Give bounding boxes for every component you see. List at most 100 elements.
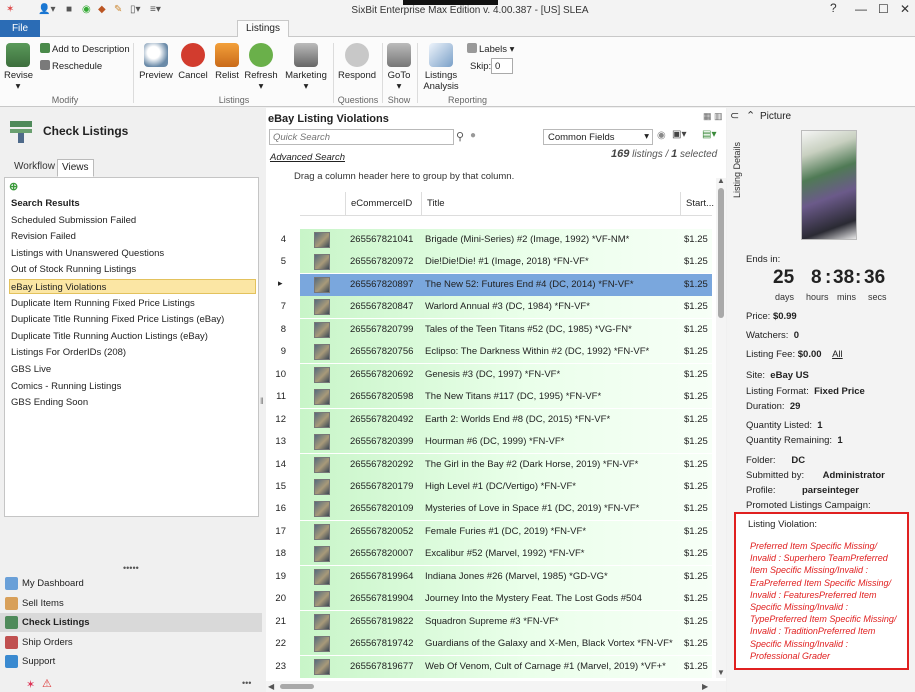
labels-button[interactable]: Labels ▾ — [467, 43, 514, 55]
column-header-thumbnail[interactable] — [300, 192, 345, 216]
scroll-down-icon[interactable]: ▼ — [717, 668, 725, 677]
customize-quick-access-icon[interactable]: ≡▾ — [150, 4, 161, 15]
row-cells[interactable]: 265567821041 Brigade (Mini-Series) #2 (Im… — [300, 229, 712, 251]
tab-listings[interactable]: Listings — [237, 20, 289, 38]
respond-button[interactable]: Respond — [338, 43, 376, 81]
table-row[interactable]: 13 265567820399 Hourman #6 (DC, 1999) *FN-… — [266, 431, 716, 454]
view-item[interactable]: GBS Ending Soon — [10, 395, 257, 410]
row-cells[interactable]: 265567820492 Earth 2: Worlds End #8 (DC, … — [300, 408, 712, 431]
horizontal-scrollbar[interactable]: ◀ ▶ — [266, 681, 726, 692]
page-icon[interactable]: ▯▾ — [130, 4, 141, 15]
field-options-icon[interactable]: ◉ — [657, 130, 666, 141]
comic-thumbnail[interactable] — [314, 344, 330, 361]
goto-button[interactable]: GoTo ▾ — [386, 43, 412, 92]
table-row[interactable]: 22 265567819742 Guardians of the Galaxy an… — [266, 633, 716, 656]
search-icon[interactable]: ⚲ — [456, 130, 464, 143]
row-cells[interactable]: 265567820052 Female Furies #1 (DC, 2019) … — [300, 520, 712, 543]
comic-thumbnail[interactable] — [314, 456, 330, 473]
column-header-title[interactable]: Title — [421, 192, 680, 216]
comic-thumbnail[interactable] — [314, 478, 330, 495]
skip-input[interactable]: 0 — [491, 58, 513, 74]
clear-search-icon[interactable]: ● — [470, 130, 476, 141]
comic-thumbnail[interactable] — [314, 501, 330, 518]
tools-icon[interactable]: ✎ — [114, 4, 122, 15]
vertical-scroll-thumb[interactable] — [718, 188, 724, 318]
comic-thumbnail[interactable] — [314, 232, 330, 248]
table-row[interactable]: 9 265567820756 Eclipso: The Darkness Withi… — [266, 341, 716, 364]
vertical-scrollbar[interactable]: ▲ ▼ — [716, 176, 726, 678]
collapse-up-icon[interactable]: ⌃ — [746, 109, 755, 122]
row-cells[interactable]: 265567820972 Die!Die!Die! #1 (Image, 2018… — [300, 251, 712, 274]
view-item[interactable]: Duplicate Item Running Fixed Price Listi… — [10, 296, 257, 311]
row-cells[interactable]: 265567820692 Genesis #3 (DC, 1997) *FN-VF… — [300, 363, 712, 386]
view-item[interactable]: GBS Live — [10, 362, 257, 377]
listing-picture[interactable] — [801, 130, 857, 240]
row-cells[interactable]: 265567819677 Web Of Venom, Cult of Carnag… — [300, 655, 712, 678]
table-row[interactable]: 15 265567820179 High Level #1 (DC/Vertigo)… — [266, 475, 716, 498]
user-icon[interactable]: 👤▾ — [38, 4, 55, 15]
listings-analysis-button[interactable]: Listings Analysis — [421, 43, 461, 92]
reschedule-button[interactable]: Reschedule — [40, 60, 102, 72]
tag-icon[interactable]: ◆ — [98, 4, 106, 15]
collapse-left-icon[interactable]: ⊂ — [730, 109, 739, 122]
comic-thumbnail[interactable] — [314, 613, 330, 630]
revise-button[interactable]: Revise ▾ — [4, 43, 33, 92]
comic-thumbnail[interactable] — [314, 434, 330, 451]
row-cells[interactable]: 265567819904 Journey Into the Mystery Fea… — [300, 588, 712, 611]
field-selector-dropdown[interactable]: Common Fields ▾ — [543, 129, 653, 145]
row-cells[interactable]: 265567820799 Tales of the Teen Titans #52… — [300, 318, 712, 341]
comic-thumbnail[interactable] — [314, 658, 330, 675]
fee-all-link[interactable]: All — [832, 349, 843, 360]
row-cells[interactable]: 265567820897 The New 52: Futures End #4 (… — [300, 273, 712, 296]
add-view-icon[interactable]: ⊕ — [9, 180, 18, 193]
listing-details-tab[interactable]: Listing Details — [732, 128, 744, 198]
preview-button[interactable]: Preview — [139, 43, 173, 81]
tab-views[interactable]: Views — [57, 159, 94, 177]
row-cells[interactable]: 265567820292 The Girl in the Bay #2 (Dark… — [300, 453, 712, 476]
splitter-grip[interactable]: ••••• — [123, 563, 139, 573]
row-cells[interactable]: 265567820598 The New Titans #117 (DC, 199… — [300, 386, 712, 409]
cancel-button[interactable]: Cancel — [177, 43, 209, 81]
export-icon[interactable]: ▤▾ — [702, 129, 716, 140]
comic-thumbnail[interactable] — [314, 546, 330, 563]
table-row[interactable]: 14 265567820292 The Girl in the Bay #2 (Da… — [266, 453, 716, 476]
quick-search-input[interactable] — [269, 129, 454, 145]
view-item[interactable]: Duplicate Title Running Auction Listings… — [10, 329, 257, 344]
comic-thumbnail[interactable] — [314, 523, 330, 540]
row-cells[interactable]: 265567820007 Excalibur #52 (Marvel, 1992)… — [300, 543, 712, 566]
view-item[interactable]: Listings with Unanswered Questions — [10, 246, 257, 261]
horizontal-scroll-thumb[interactable] — [280, 684, 314, 689]
nav-item[interactable]: Ship Orders — [0, 633, 262, 652]
marketing-button[interactable]: Marketing ▾ — [284, 43, 328, 92]
table-row[interactable]: 8 265567820799 Tales of the Teen Titans #5… — [266, 318, 716, 341]
table-row[interactable]: 17 265567820052 Female Furies #1 (DC, 2019… — [266, 520, 716, 543]
table-row[interactable]: 18 265567820007 Excalibur #52 (Marvel, 199… — [266, 543, 716, 566]
nav-item[interactable]: Sell Items — [0, 594, 262, 613]
view-item[interactable]: Duplicate Title Running Fixed Price List… — [10, 312, 257, 327]
row-cells[interactable]: 265567820399 Hourman #6 (DC, 1999) *FN-VF… — [300, 431, 712, 454]
row-cells[interactable]: 265567820179 High Level #1 (DC/Vertigo) *… — [300, 475, 712, 498]
comic-thumbnail[interactable] — [314, 299, 330, 316]
tab-file[interactable]: File — [0, 20, 40, 37]
row-cells[interactable]: 265567820756 Eclipso: The Darkness Within… — [300, 341, 712, 364]
view-item[interactable]: Listings For OrderIDs (208) — [10, 345, 257, 360]
comic-thumbnail[interactable] — [314, 411, 330, 428]
minimize-icon[interactable]: — — [855, 2, 867, 16]
comic-thumbnail[interactable] — [314, 276, 330, 293]
table-row[interactable]: 10 265567820692 Genesis #3 (DC, 1997) *FN-… — [266, 363, 716, 386]
advanced-search-link[interactable]: Advanced Search — [270, 152, 345, 163]
row-cells[interactable]: 265567819742 Guardians of the Galaxy and … — [300, 633, 712, 656]
table-row[interactable]: 16 265567820109 Mysteries of Love in Space… — [266, 498, 716, 521]
warning-icon[interactable]: ⚠ — [42, 677, 52, 690]
comic-thumbnail[interactable] — [314, 366, 330, 383]
more-options-icon[interactable]: ••• — [242, 678, 251, 688]
nav-item[interactable]: Support — [0, 652, 262, 671]
view-item[interactable]: Out of Stock Running Listings — [10, 262, 257, 277]
save-layout-icon[interactable]: ▣▾ — [672, 129, 686, 140]
table-row[interactable]: 11 265567820598 The New Titans #117 (DC, 1… — [266, 386, 716, 409]
comic-thumbnail[interactable] — [314, 591, 330, 608]
maximize-icon[interactable]: ☐ — [878, 2, 889, 16]
view-item[interactable]: Search Results — [10, 196, 257, 211]
view-item[interactable]: Scheduled Submission Failed — [10, 213, 257, 228]
vertical-splitter-grip[interactable]: ‖ — [260, 396, 264, 406]
